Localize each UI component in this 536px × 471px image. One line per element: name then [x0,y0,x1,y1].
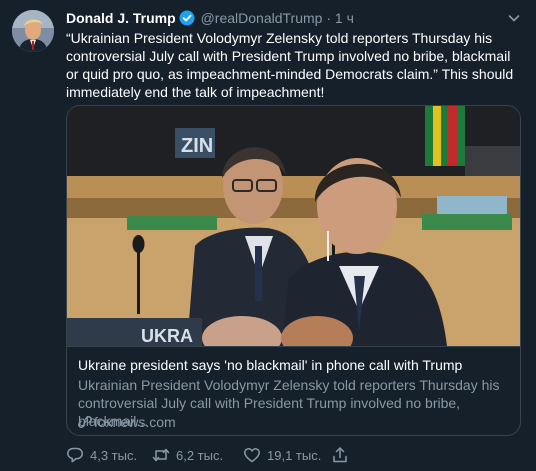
tweet-header: Donald J. Trump @realDonaldTrump · 1 ч [66,9,496,27]
retweet-icon [152,448,170,462]
card-domain-text: foxnews.com [94,414,176,430]
avatar[interactable] [12,10,54,52]
verified-badge-icon [179,10,195,30]
tweet-text: “Ukrainian President Volodymyr Zelensky … [66,30,514,100]
share-button[interactable] [331,446,355,466]
reply-button[interactable]: 4,3 тыс. [66,446,137,466]
tweet-actions: 4,3 тыс. 6,2 тыс. 19,1 тыс. [66,446,526,466]
like-button[interactable]: 19,1 тыс. [243,446,321,466]
header-separator: · [326,10,331,26]
card-body[interactable]: Ukraine president says 'no blackmail' in… [67,346,520,435]
reply-icon [67,447,83,463]
tweet[interactable]: Donald J. Trump @realDonaldTrump · 1 ч “… [0,0,536,471]
heart-icon [244,448,260,463]
author-handle[interactable]: @realDonaldTrump [201,10,323,26]
reply-count: 4,3 тыс. [90,448,138,463]
tweet-timestamp[interactable]: 1 ч [335,10,354,26]
like-count: 19,1 тыс. [267,448,322,463]
chevron-down-icon[interactable] [506,10,522,26]
retweet-button[interactable]: 6,2 тыс. [152,446,223,466]
nameplate-top-text: ZIN [181,135,213,157]
link-card[interactable]: ZIN UKRA Ukraine president says 'no blac… [66,105,521,436]
author-name[interactable]: Donald J. Trump [66,10,176,26]
card-image[interactable]: ZIN UKRA [67,106,520,360]
retweet-count: 6,2 тыс. [176,448,224,463]
card-domain[interactable]: foxnews.com [78,413,176,431]
card-title[interactable]: Ukraine president says 'no blackmail' in… [78,356,510,374]
nameplate-bottom-text: UKRA [141,326,193,346]
link-icon [78,416,92,428]
share-icon [333,447,347,463]
